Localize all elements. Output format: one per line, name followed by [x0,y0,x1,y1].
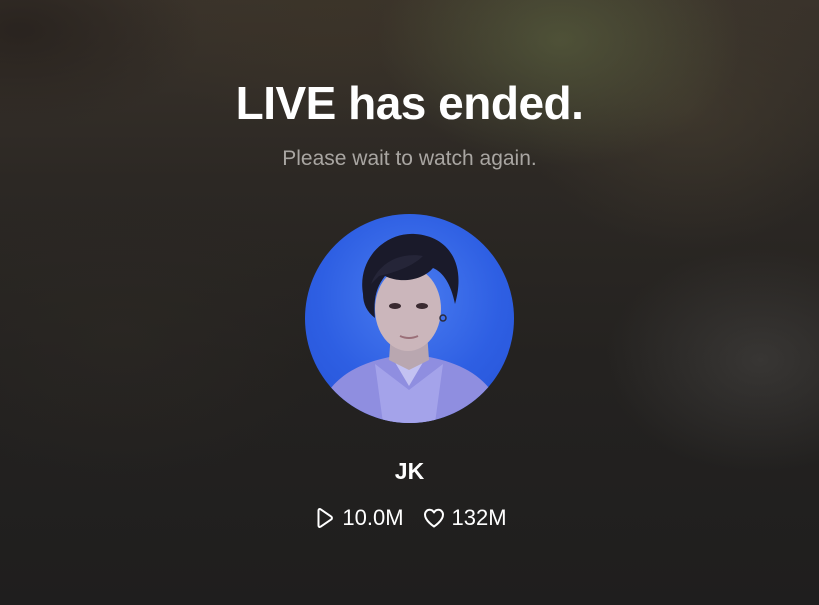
likes-count: 132M [451,505,507,530]
likes-stat: 132M [422,504,507,532]
streamer-name: JK [394,458,425,484]
wait-message: Please wait to watch again. [282,147,537,170]
play-icon [312,506,336,530]
profile-photo [315,233,505,423]
plays-stat: 10.0M [312,504,404,532]
plays-count: 10.0M [342,505,404,530]
live-ended-title: LIVE has ended. [235,77,584,129]
avatar[interactable] [305,214,514,423]
stream-stats: 10.0M 132M [0,504,819,532]
heart-icon [422,506,446,530]
